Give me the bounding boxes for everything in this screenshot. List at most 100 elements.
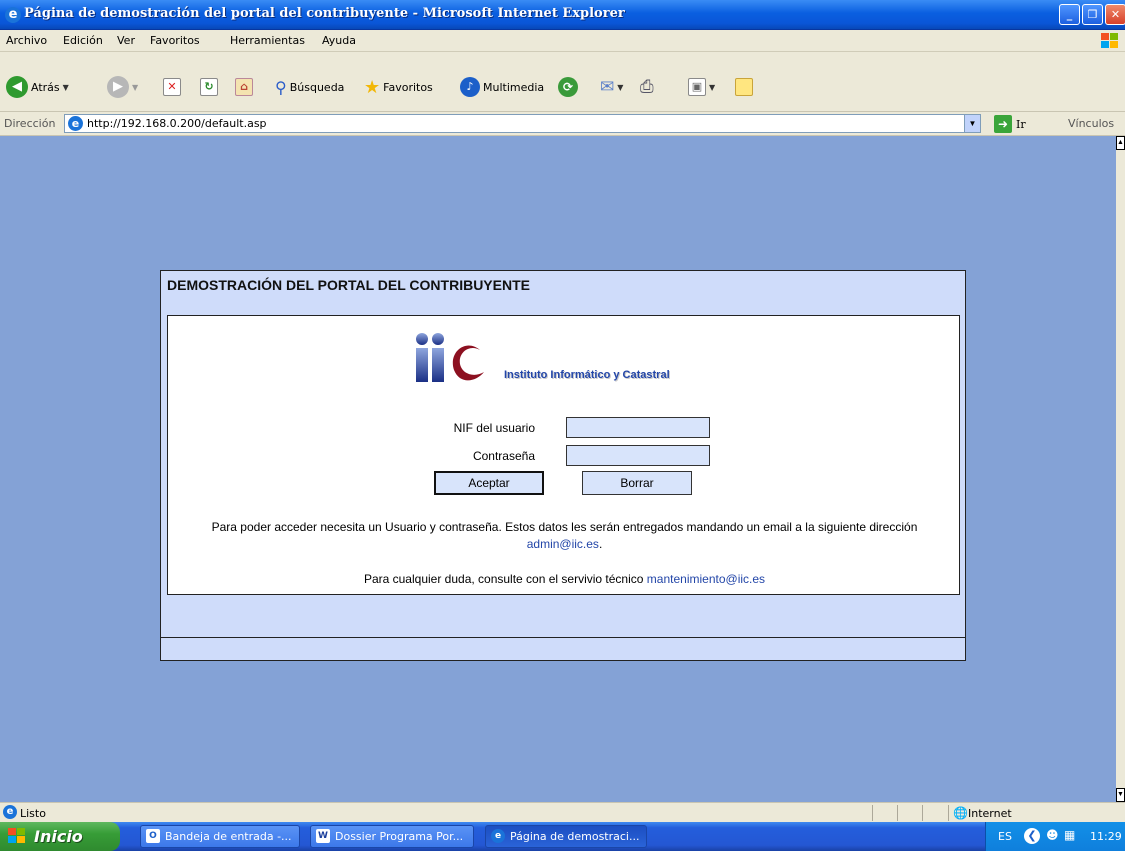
address-url: http://192.168.0.200/default.asp <box>87 117 267 130</box>
go-label: Ir <box>1016 117 1026 131</box>
ie-icon: e <box>5 7 21 23</box>
address-dropdown-icon[interactable]: ▼ <box>964 115 980 132</box>
start-label: Inicio <box>34 827 83 846</box>
taskbar: Inicio O Bandeja de entrada -... W Dossi… <box>0 822 1125 851</box>
history-button[interactable]: ⟳ <box>558 76 578 98</box>
forward-dropdown-icon[interactable]: ▼ <box>132 83 138 92</box>
window-title-bar[interactable]: e Página de demostración del portal del … <box>0 0 1125 30</box>
scroll-up-icon[interactable]: ▲ <box>1116 136 1125 150</box>
minimize-button[interactable]: _ <box>1059 4 1080 25</box>
network-icon[interactable]: ▦ <box>1064 828 1075 842</box>
panel-divider <box>161 637 965 638</box>
task-label: Bandeja de entrada -... <box>165 830 292 843</box>
status-divider <box>922 805 923 821</box>
search-icon: ⚲ <box>275 77 287 97</box>
edit-button[interactable]: ▣ ▼ <box>688 76 715 98</box>
go-button[interactable]: ➜ Ir <box>994 115 1026 133</box>
edit-dropdown-icon[interactable]: ▼ <box>709 83 715 92</box>
clock: 11:29 <box>1090 830 1122 843</box>
status-bar: e Listo 🌐 Internet <box>0 802 1125 822</box>
antivirus-icon[interactable]: ☻ <box>1046 828 1059 842</box>
status-text: Listo <box>20 807 46 820</box>
vertical-scrollbar[interactable]: ▲ ▼ <box>1116 136 1125 802</box>
media-icon: ♪ <box>460 77 480 97</box>
task-label: Página de demostraci... <box>510 830 640 843</box>
password-input[interactable] <box>566 445 710 466</box>
mail-button[interactable]: ✉ ▼ <box>600 76 623 98</box>
logo-text: Instituto Informático y Catastral <box>504 369 670 381</box>
back-dropdown-icon[interactable]: ▼ <box>63 83 69 92</box>
status-divider <box>872 805 873 821</box>
back-button[interactable]: ◀ Atrás ▼ <box>6 76 69 98</box>
scroll-down-icon[interactable]: ▼ <box>1116 788 1125 802</box>
system-tray: ES ❮ ☻ ▦ 11:29 <box>985 822 1125 851</box>
menu-ayuda[interactable]: Ayuda <box>322 34 356 47</box>
internet-globe-icon: 🌐 <box>953 806 968 820</box>
admin-email-link[interactable]: admin@iic.es <box>527 537 599 551</box>
close-button[interactable]: ✕ <box>1105 4 1125 25</box>
menu-herramientas[interactable]: Herramientas <box>230 34 305 47</box>
mail-icon: ✉ <box>600 77 615 97</box>
address-bar: Dirección e http://192.168.0.200/default… <box>0 112 1125 136</box>
iic-logo <box>416 333 484 382</box>
favorites-button[interactable]: ★ Favoritos <box>364 76 433 98</box>
ie-task-icon: e <box>491 829 505 843</box>
back-label: Atrás <box>31 80 60 94</box>
mail-dropdown-icon[interactable]: ▼ <box>617 83 623 92</box>
media-label: Multimedia <box>483 80 545 94</box>
accept-button[interactable]: Aceptar <box>434 471 544 495</box>
support-paragraph: Para cualquier duda, consulte con el ser… <box>178 571 951 588</box>
forward-button[interactable]: ▶ ▼ <box>107 76 138 98</box>
note-icon <box>735 78 753 96</box>
portal-panel: DEMOSTRACIÓN DEL PORTAL DEL CONTRIBUYENT… <box>160 270 966 661</box>
nif-input[interactable] <box>566 417 710 438</box>
favorites-star-icon: ★ <box>364 76 381 98</box>
status-divider <box>897 805 898 821</box>
menu-edicion[interactable]: Edición <box>63 34 103 47</box>
menu-ver[interactable]: Ver <box>117 34 135 47</box>
taskbar-item-outlook[interactable]: O Bandeja de entrada -... <box>140 825 300 848</box>
menu-archivo[interactable]: Archivo <box>6 34 47 47</box>
media-button[interactable]: ♪ Multimedia <box>460 76 544 98</box>
stop-icon: ✕ <box>163 78 181 96</box>
support-email-link[interactable]: mantenimiento@iic.es <box>647 572 765 586</box>
clear-button[interactable]: Borrar <box>582 471 692 495</box>
menu-bar: Archivo Edición Ver Favoritos Herramient… <box>0 30 1125 52</box>
maximize-button[interactable]: ❐ <box>1082 4 1103 25</box>
support-text: Para cualquier duda, consulte con el ser… <box>363 572 644 586</box>
refresh-icon: ↻ <box>200 78 218 96</box>
print-icon: ⎙ <box>640 77 654 97</box>
status-divider <box>948 805 949 821</box>
window-title: Página de demostración del portal del co… <box>24 6 625 21</box>
taskbar-item-ie[interactable]: e Página de demostraci... <box>485 825 647 848</box>
security-zone: Internet <box>968 807 1012 820</box>
task-label: Dossier Programa Por... <box>335 830 464 843</box>
search-button[interactable]: ⚲ Búsqueda <box>275 76 344 98</box>
windows-flag-icon <box>8 828 25 843</box>
print-button[interactable]: ⎙ <box>640 76 654 98</box>
login-box: Instituto Informático y Catastral NIF de… <box>167 315 960 595</box>
info-paragraph: Para poder acceder necesita un Usuario y… <box>178 519 951 553</box>
home-icon: ⌂ <box>235 78 253 96</box>
tray-expand-icon[interactable]: ❮ <box>1024 828 1040 844</box>
links-label[interactable]: Vínculos <box>1068 117 1114 130</box>
stop-button[interactable]: ✕ <box>163 76 181 98</box>
info-text: Para poder acceder necesita un Usuario y… <box>211 520 918 534</box>
outlook-icon: O <box>146 829 160 843</box>
refresh-button[interactable]: ↻ <box>200 76 218 98</box>
history-icon: ⟳ <box>558 77 578 97</box>
start-button[interactable]: Inicio <box>0 822 120 851</box>
nif-label: NIF del usuario <box>453 421 535 435</box>
home-button[interactable]: ⌂ <box>235 76 253 98</box>
taskbar-item-word[interactable]: W Dossier Programa Por... <box>310 825 474 848</box>
page-icon: e <box>68 116 83 131</box>
address-input[interactable]: e http://192.168.0.200/default.asp ▼ <box>64 114 981 133</box>
notes-button[interactable] <box>735 76 753 98</box>
forward-arrow-icon: ▶ <box>107 76 129 98</box>
back-arrow-icon: ◀ <box>6 76 28 98</box>
search-label: Búsqueda <box>289 80 345 94</box>
status-page-icon: e <box>3 805 17 819</box>
favorites-label: Favoritos <box>383 80 433 94</box>
language-indicator[interactable]: ES <box>998 830 1012 843</box>
menu-favoritos[interactable]: Favoritos <box>150 34 200 47</box>
